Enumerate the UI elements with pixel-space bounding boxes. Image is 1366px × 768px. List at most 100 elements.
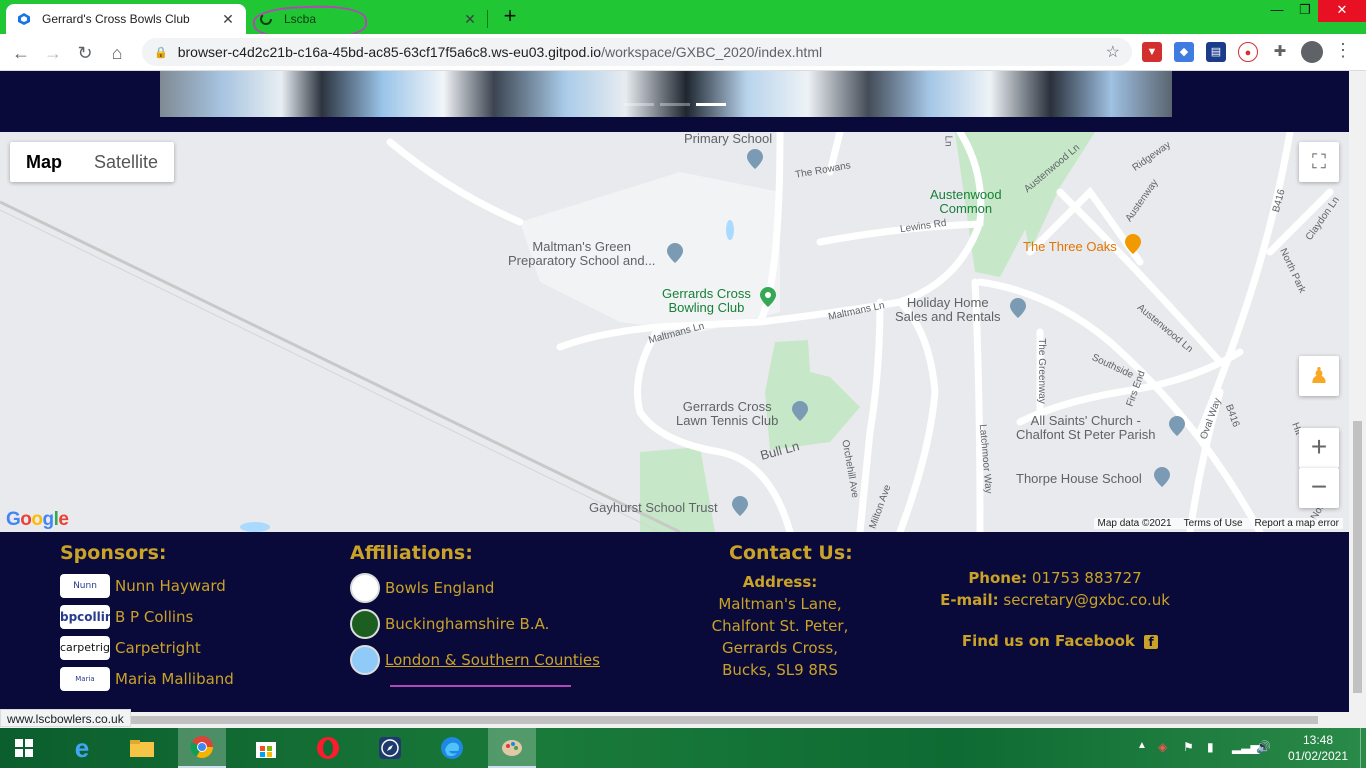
forward-button[interactable]: → [42, 42, 64, 64]
map-label-thorpe-house[interactable]: Thorpe House School [1016, 472, 1142, 486]
carousel-indicator[interactable] [660, 103, 690, 106]
sponsor-logo: bpcollins [60, 605, 110, 629]
map-label-all-saints[interactable]: All Saints' Church - Chalfont St Peter P… [1016, 414, 1155, 442]
profile-avatar[interactable] [1301, 41, 1323, 63]
sponsor-link[interactable]: Maria Malliband Maria Malliband [60, 667, 234, 691]
sponsor-logo: carpetright [60, 636, 110, 660]
tab-separator [487, 10, 488, 28]
tray-battery-icon[interactable]: ▮ [1207, 740, 1214, 754]
pegman-icon[interactable]: ♟ [1299, 356, 1339, 396]
tray-flag-icon[interactable]: ⚑ [1183, 740, 1194, 754]
carousel-indicator[interactable] [624, 103, 654, 106]
shop-marker-icon[interactable] [1009, 297, 1027, 319]
report-map-error-link[interactable]: Report a map error [1255, 518, 1339, 529]
map-type-satellite-button[interactable]: Satellite [78, 142, 174, 182]
carousel-section [0, 71, 1349, 132]
school-marker-icon[interactable] [746, 148, 764, 170]
tray-antivirus-icon[interactable]: ◈ [1158, 740, 1167, 754]
map-label-three-oaks[interactable]: The Three Oaks [1023, 240, 1117, 254]
back-button[interactable]: ← [10, 42, 32, 64]
close-window-button[interactable]: ✕ [1318, 0, 1366, 22]
map-type-control: Map Satellite [10, 142, 175, 182]
edge-icon[interactable] [428, 728, 476, 768]
map-label-austenwood-common[interactable]: Austenwood Common [930, 188, 1002, 216]
church-marker-icon[interactable] [1168, 415, 1186, 437]
map-label-maltmans-green[interactable]: Maltman's Green Preparatory School and..… [508, 240, 655, 268]
sponsor-logo: Nunn Hayward [60, 574, 110, 598]
status-bar-url: www.lscbowlers.co.uk [0, 709, 131, 727]
graduation-extension-icon[interactable]: ◆ [1174, 42, 1194, 62]
affiliation-link[interactable]: Bowls England [350, 573, 494, 603]
carousel-indicator-active[interactable] [696, 103, 726, 106]
tab-close-icon[interactable]: ✕ [220, 11, 236, 27]
extensions-puzzle-icon[interactable]: ✚ [1270, 42, 1290, 62]
restore-button[interactable]: ❐ [1290, 0, 1320, 22]
show-desktop-button[interactable] [1360, 728, 1366, 768]
fullscreen-icon[interactable]: ⛶ [1299, 142, 1339, 182]
url-path: /workspace/GXBC_2020/index.html [601, 44, 823, 60]
carousel-image [160, 71, 1172, 117]
restaurant-marker-icon[interactable] [1124, 233, 1142, 255]
zoom-in-button[interactable]: + [1299, 428, 1339, 468]
map-label-bowling-club[interactable]: Gerrards Cross Bowling Club [662, 287, 751, 315]
map-type-map-button[interactable]: Map [10, 142, 78, 182]
tray-volume-icon[interactable]: 🔊 [1256, 740, 1271, 754]
affiliation-link[interactable]: Buckinghamshire B.A. [350, 609, 549, 639]
school-marker-icon[interactable] [1153, 466, 1171, 488]
opera-icon[interactable] [304, 728, 352, 768]
phone-email-block: Phone: 01753 883727 E-mail: secretary@gx… [940, 567, 1170, 611]
map-label-lawn-tennis[interactable]: Gerrards Cross Lawn Tennis Club [676, 400, 778, 428]
vertical-scrollbar[interactable] [1349, 71, 1366, 712]
zoom-out-button[interactable]: − [1299, 468, 1339, 508]
tennis-club-marker-icon[interactable] [791, 400, 809, 422]
scrollbar-thumb[interactable] [1353, 421, 1362, 693]
bowling-club-marker-icon[interactable] [759, 286, 777, 308]
school-marker-icon[interactable] [666, 242, 684, 264]
affiliation-link[interactable]: London & Southern Counties [350, 645, 600, 675]
lastpass-extension-icon[interactable]: ● [1238, 42, 1258, 62]
address-bar[interactable]: 🔒 browser-c4d2c21b-c16a-45bd-ac85-63cf17… [142, 38, 1132, 66]
phone-number[interactable]: 01753 883727 [1032, 569, 1142, 587]
store-icon[interactable] [242, 728, 290, 768]
internet-explorer-icon[interactable]: e [58, 728, 106, 768]
taskbar-clock[interactable]: 13:48 01/02/2021 [1286, 732, 1350, 764]
home-button[interactable]: ⌂ [106, 42, 128, 64]
map-label-holiday-home[interactable]: Holiday Home Sales and Rentals [895, 296, 1001, 324]
sponsor-link[interactable]: carpetright Carpetright [60, 636, 201, 660]
google-map[interactable]: Primary School The Rowans Maltman's Gree… [0, 132, 1349, 532]
tab-strip: Gerrard's Cross Bowls Club ✕ Lscba ✕ + —… [0, 0, 1366, 42]
google-logo[interactable]: Google [6, 509, 69, 531]
facebook-link[interactable]: Find us on Facebook f [960, 630, 1160, 652]
windows-taskbar: e ▲ ◈ ⚑ ▮ ▂▃▅ 🔊 13:48 01/02/2021 [0, 728, 1366, 768]
tray-chevron-icon[interactable]: ▲ [1137, 740, 1147, 751]
terms-of-use-link[interactable]: Terms of Use [1184, 518, 1243, 529]
start-button[interactable] [0, 728, 48, 768]
book-extension-icon[interactable]: ▤ [1206, 42, 1226, 62]
windows-logo-icon [15, 739, 33, 757]
tab-gxbc[interactable]: Gerrard's Cross Bowls Club ✕ [6, 4, 246, 34]
minimize-button[interactable]: — [1262, 0, 1292, 22]
reload-button[interactable]: ↻ [74, 42, 96, 64]
tab-close-icon[interactable]: ✕ [462, 11, 478, 27]
bookmark-star-icon[interactable]: ☆ [1106, 42, 1120, 62]
site-footer: Sponsors: Nunn Hayward Nunn Hayward bpco… [0, 532, 1349, 712]
map-label-primary-school[interactable]: Primary School [684, 132, 772, 146]
sponsor-link[interactable]: bpcollins B P Collins [60, 605, 193, 629]
file-explorer-icon[interactable] [118, 728, 166, 768]
safari-compass-icon[interactable] [366, 728, 414, 768]
horizontal-scrollbar[interactable] [0, 712, 1366, 728]
address-label: Address: [742, 573, 818, 591]
school-marker-icon[interactable] [731, 495, 749, 517]
sponsor-link[interactable]: Nunn Hayward Nunn Hayward [60, 574, 226, 598]
chrome-icon[interactable] [178, 728, 226, 768]
map-road-label: Ln [942, 135, 954, 147]
map-label-gayhurst[interactable]: Gayhurst School Trust [589, 501, 718, 515]
lock-icon[interactable]: 🔒 [154, 46, 168, 59]
paint-icon[interactable] [488, 728, 536, 768]
chrome-menu-icon[interactable]: ⋮ [1334, 40, 1352, 61]
brave-shield-extension-icon[interactable]: ▼ [1142, 42, 1162, 62]
scrollbar-thumb[interactable] [18, 716, 1318, 724]
email-link[interactable]: secretary@gxbc.co.uk [1003, 591, 1170, 609]
sponsor-name: Carpetright [115, 639, 201, 657]
new-tab-button[interactable]: + [499, 5, 521, 28]
